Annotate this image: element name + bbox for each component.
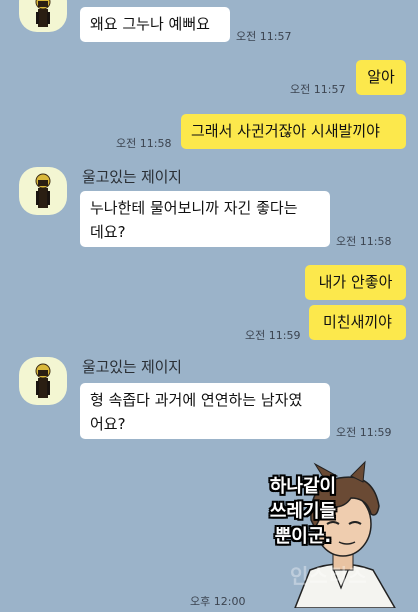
chat-room[interactable]: 왜요 그누나 예뻐요 오전 11:57 오전 11:57 알아 오전 11:58… — [0, 0, 418, 612]
incoming-message-bubble[interactable]: 누나한테 물어보니까 자긴 좋다는 데요? — [80, 191, 330, 247]
crying-character-icon — [35, 0, 51, 27]
outgoing-message-bubble[interactable]: 미친새끼야 — [309, 305, 406, 340]
profile-avatar[interactable] — [19, 357, 67, 405]
sender-name: 울고있는 제이지 — [82, 168, 182, 186]
incoming-message-bubble[interactable]: 왜요 그누나 예뻐요 — [80, 7, 230, 42]
meme-caption: 하나같이 쓰레기들 뿐이군. — [269, 476, 337, 547]
outgoing-message-bubble[interactable]: 내가 안좋아 — [305, 265, 406, 300]
sender-name: 울고있는 제이지 — [82, 358, 182, 376]
incoming-message-bubble[interactable]: 형 속좁다 과거에 연연하는 남자였 어요? — [80, 383, 330, 439]
watermark: 인스티즈 — [290, 564, 368, 588]
profile-avatar[interactable] — [19, 167, 67, 215]
crying-character-icon — [35, 363, 51, 398]
message-time: 오전 11:58 — [336, 235, 392, 248]
profile-avatar[interactable] — [19, 0, 67, 32]
outgoing-message-bubble[interactable]: 알아 — [356, 60, 406, 95]
message-time: 오전 11:58 — [116, 137, 172, 150]
message-time: 오전 11:59 — [336, 426, 392, 439]
outgoing-message-bubble[interactable]: 그래서 사귄거잖아 시새발끼야 — [181, 114, 406, 149]
message-time: 오전 11:57 — [236, 30, 292, 43]
message-time: 오후 12:00 — [190, 595, 246, 608]
message-time: 오전 11:59 — [245, 329, 301, 342]
crying-character-icon — [35, 173, 51, 208]
message-time: 오전 11:57 — [290, 83, 346, 96]
